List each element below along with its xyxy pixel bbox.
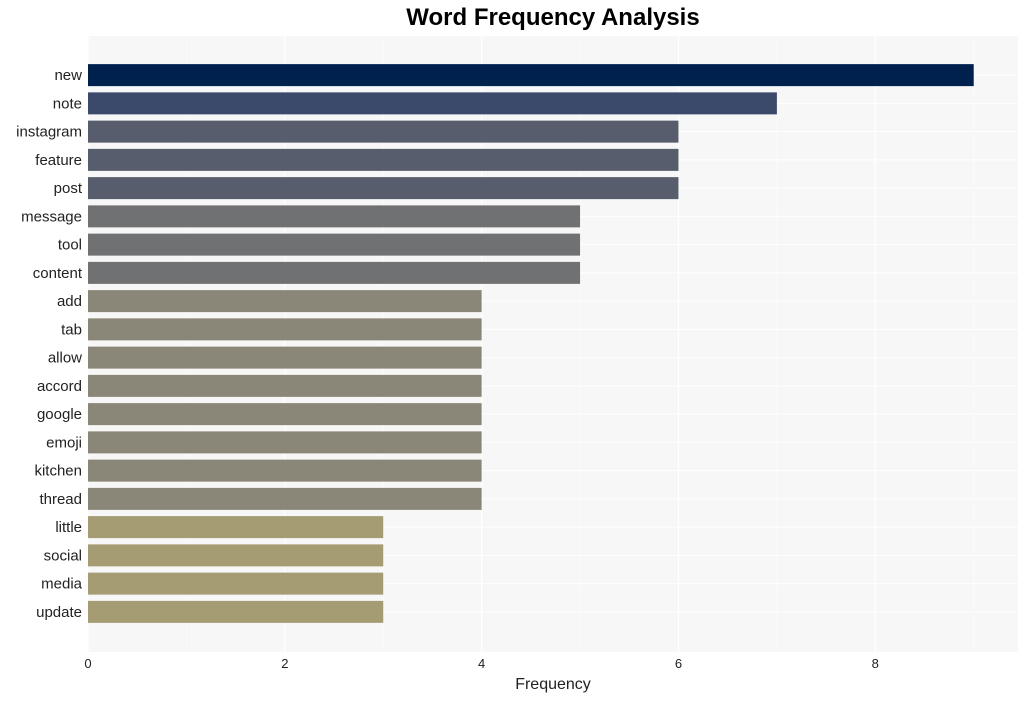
y-tick-label: kitchen (34, 463, 82, 480)
bar-content (88, 261, 581, 284)
y-tick-label: tool (58, 237, 82, 254)
y-tick-label: google (37, 406, 82, 423)
bar-thread (88, 487, 482, 510)
y-tick-label: add (57, 293, 82, 310)
bar-tab (88, 318, 482, 341)
bar-feature (88, 148, 679, 171)
bar-kitchen (88, 459, 482, 482)
y-tick-label: accord (37, 378, 82, 395)
y-tick-label: instagram (16, 124, 82, 141)
x-tick-label: 0 (84, 656, 91, 671)
bar-add (88, 290, 482, 313)
x-tick-labels: 0 2 4 6 8 (84, 656, 879, 671)
bar-social (88, 544, 384, 567)
y-tick-label: allow (48, 350, 82, 367)
bar-message (88, 205, 581, 228)
y-tick-label: content (33, 265, 83, 282)
bar-new (88, 64, 974, 87)
y-tick-label: message (21, 208, 82, 225)
bar-google (88, 403, 482, 426)
bar-post (88, 177, 679, 200)
y-tick-label: thread (39, 491, 82, 508)
bar-media (88, 572, 384, 595)
y-tick-label: social (44, 547, 82, 564)
bar-update (88, 600, 384, 623)
x-tick-label: 8 (872, 656, 879, 671)
bar-emoji (88, 431, 482, 454)
bar-chart: new note instagram feature post message tool co… (16, 36, 1018, 693)
bar-little (88, 516, 384, 539)
y-tick-label: update (36, 604, 82, 621)
bar-allow (88, 346, 482, 369)
y-tick-label: little (55, 519, 82, 536)
y-tick-label: note (53, 95, 82, 112)
y-tick-label: tab (61, 321, 82, 338)
bar-note (88, 92, 777, 115)
x-tick-label: 4 (478, 656, 485, 671)
x-tick-label: 2 (281, 656, 288, 671)
y-tick-label: post (54, 180, 83, 197)
y-tick-labels: new note instagram feature post message tool co… (16, 67, 83, 621)
y-tick-label: media (41, 576, 83, 593)
x-tick-label: 6 (675, 656, 682, 671)
bar-tool (88, 233, 581, 256)
bar-accord (88, 374, 482, 397)
bar-instagram (88, 120, 679, 143)
y-tick-label: emoji (46, 434, 82, 451)
y-tick-label: new (54, 67, 82, 84)
y-tick-label: feature (35, 152, 82, 169)
x-axis-label: Frequency (515, 676, 591, 693)
